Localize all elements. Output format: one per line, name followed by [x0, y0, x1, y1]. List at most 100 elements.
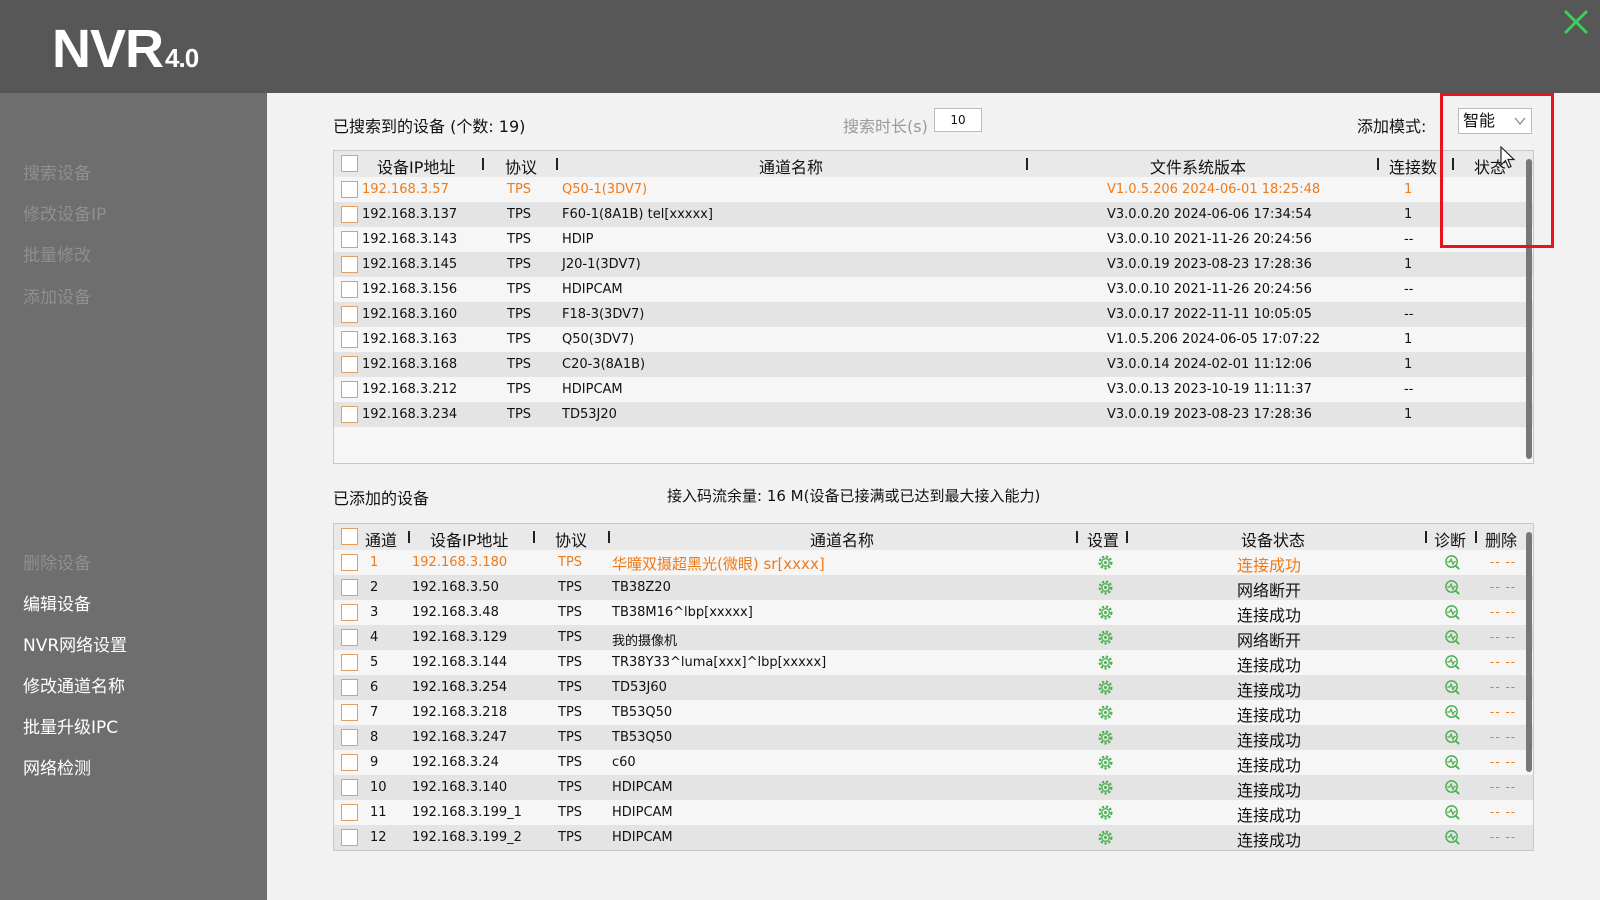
delete-button[interactable]: -- --: [1490, 805, 1516, 819]
sidebar-item-modify-device-ip[interactable]: 修改设备IP: [23, 200, 106, 225]
search-duration-input[interactable]: 10: [934, 108, 982, 132]
delete-button[interactable]: -- --: [1490, 830, 1516, 844]
settings-gear-button[interactable]: [1097, 679, 1114, 696]
settings-gear-button[interactable]: [1097, 804, 1114, 821]
settings-gear-button[interactable]: [1097, 629, 1114, 646]
table-row[interactable]: 192.168.3.57 TPS Q50-1(3DV7) V1.0.5.206 202…: [334, 177, 1533, 202]
sidebar-item-edit-device[interactable]: 编辑设备: [23, 590, 91, 615]
settings-gear-button[interactable]: [1097, 579, 1114, 596]
table-row[interactable]: 4 192.168.3.129 TPS 我的摄像机 网络断开 -- --: [334, 625, 1533, 650]
table-row[interactable]: 10 192.168.3.140 TPS HDIPCAM 连接成功 -- --: [334, 775, 1533, 800]
table-row[interactable]: 192.168.3.168 TPS C20-3(8A1B) V3.0.0.14 202…: [334, 352, 1533, 377]
col-separator[interactable]: [1377, 158, 1379, 170]
delete-button[interactable]: -- --: [1490, 630, 1516, 644]
row-checkbox[interactable]: [341, 579, 358, 596]
add-mode-select[interactable]: 智能: [1458, 108, 1532, 134]
sidebar-item-search-devices[interactable]: 搜索设备: [23, 159, 91, 184]
settings-gear-button[interactable]: [1097, 654, 1114, 671]
sidebar-item-add-device[interactable]: 添加设备: [23, 283, 91, 308]
row-checkbox[interactable]: [341, 804, 358, 821]
diagnose-button[interactable]: [1444, 579, 1461, 596]
select-all-added-checkbox[interactable]: [341, 528, 358, 545]
table-row[interactable]: 192.168.3.163 TPS Q50(3DV7) V1.0.5.206 2024…: [334, 327, 1533, 352]
table-row[interactable]: 12 192.168.3.199_2 TPS HDIPCAM 连接成功 -- --: [334, 825, 1533, 850]
table-row[interactable]: 3 192.168.3.48 TPS TB38M16^lbp[xxxxx] 连接成功 --…: [334, 600, 1533, 625]
diagnose-button[interactable]: [1444, 554, 1461, 571]
table-row[interactable]: 7 192.168.3.218 TPS TB53Q50 连接成功 -- --: [334, 700, 1533, 725]
table-row[interactable]: 11 192.168.3.199_1 TPS HDIPCAM 连接成功 -- --: [334, 800, 1533, 825]
row-checkbox[interactable]: [341, 679, 358, 696]
table-row[interactable]: 192.168.3.145 TPS J20-1(3DV7) V3.0.0.19 202…: [334, 252, 1533, 277]
row-checkbox[interactable]: [341, 554, 358, 571]
diagnose-button[interactable]: [1444, 679, 1461, 696]
diagnose-button[interactable]: [1444, 654, 1461, 671]
diagnose-button[interactable]: [1444, 704, 1461, 721]
diagnose-button[interactable]: [1444, 754, 1461, 771]
row-checkbox[interactable]: [341, 829, 358, 846]
row-checkbox[interactable]: [341, 181, 358, 198]
delete-button[interactable]: -- --: [1490, 605, 1516, 619]
table-row[interactable]: 2 192.168.3.50 TPS TB38Z20 网络断开 -- --: [334, 575, 1533, 600]
diagnose-button[interactable]: [1444, 729, 1461, 746]
sidebar-item-batch-modify[interactable]: 批量修改: [23, 241, 91, 266]
col-separator[interactable]: [608, 531, 610, 543]
col-separator[interactable]: [1452, 158, 1454, 170]
diagnose-button[interactable]: [1444, 804, 1461, 821]
col-separator[interactable]: [1026, 158, 1028, 170]
delete-button[interactable]: -- --: [1490, 780, 1516, 794]
row-checkbox[interactable]: [341, 654, 358, 671]
table-row[interactable]: 8 192.168.3.247 TPS TB53Q50 连接成功 -- --: [334, 725, 1533, 750]
row-checkbox[interactable]: [341, 406, 358, 423]
row-checkbox[interactable]: [341, 729, 358, 746]
table-row[interactable]: 5 192.168.3.144 TPS TR38Y33^luma[xxx]^lbp[x…: [334, 650, 1533, 675]
col-separator[interactable]: [533, 531, 535, 543]
row-checkbox[interactable]: [341, 231, 358, 248]
row-checkbox[interactable]: [341, 629, 358, 646]
settings-gear-button[interactable]: [1097, 829, 1114, 846]
row-checkbox[interactable]: [341, 306, 358, 323]
diagnose-button[interactable]: [1444, 629, 1461, 646]
row-checkbox[interactable]: [341, 356, 358, 373]
sidebar-item-network-check[interactable]: 网络检测: [23, 754, 91, 779]
settings-gear-button[interactable]: [1097, 554, 1114, 571]
delete-button[interactable]: -- --: [1490, 580, 1516, 594]
sidebar-item-modify-channel-name[interactable]: 修改通道名称: [23, 672, 125, 697]
settings-gear-button[interactable]: [1097, 754, 1114, 771]
table-row[interactable]: 192.168.3.143 TPS HDIP V3.0.0.10 2021-11-26…: [334, 227, 1533, 252]
settings-gear-button[interactable]: [1097, 604, 1114, 621]
diagnose-button[interactable]: [1444, 604, 1461, 621]
table-row[interactable]: 6 192.168.3.254 TPS TD53J60 连接成功 -- --: [334, 675, 1533, 700]
delete-button[interactable]: -- --: [1490, 755, 1516, 769]
row-checkbox[interactable]: [341, 704, 358, 721]
table-row[interactable]: 192.168.3.234 TPS TD53J20 V3.0.0.19 2023-08…: [334, 402, 1533, 427]
row-checkbox[interactable]: [341, 604, 358, 621]
col-separator[interactable]: [1425, 531, 1427, 543]
col-separator[interactable]: [1126, 531, 1128, 543]
col-separator[interactable]: [408, 531, 410, 543]
row-checkbox[interactable]: [341, 256, 358, 273]
settings-gear-button[interactable]: [1097, 729, 1114, 746]
added-table-scrollbar[interactable]: [1526, 532, 1532, 772]
delete-button[interactable]: -- --: [1490, 730, 1516, 744]
col-separator[interactable]: [1076, 531, 1078, 543]
searched-table-scrollbar[interactable]: [1526, 159, 1532, 459]
diagnose-button[interactable]: [1444, 779, 1461, 796]
settings-gear-button[interactable]: [1097, 779, 1114, 796]
row-checkbox[interactable]: [341, 206, 358, 223]
row-checkbox[interactable]: [341, 381, 358, 398]
row-checkbox[interactable]: [341, 779, 358, 796]
sidebar-item-nvr-network-settings[interactable]: NVR网络设置: [23, 631, 127, 656]
sidebar-item-batch-upgrade-ipc[interactable]: 批量升级IPC: [23, 713, 118, 738]
delete-button[interactable]: -- --: [1490, 555, 1516, 569]
row-checkbox[interactable]: [341, 754, 358, 771]
sidebar-item-delete-device[interactable]: 删除设备: [23, 549, 91, 574]
delete-button[interactable]: -- --: [1490, 705, 1516, 719]
col-separator[interactable]: [1475, 531, 1477, 543]
close-button[interactable]: [1560, 6, 1592, 38]
table-row[interactable]: 192.168.3.137 TPS F60-1(8A1B) tel[xxxxx] V3…: [334, 202, 1533, 227]
select-all-searched-checkbox[interactable]: [341, 155, 358, 172]
table-row[interactable]: 192.168.3.212 TPS HDIPCAM V3.0.0.13 2023-10…: [334, 377, 1533, 402]
table-row[interactable]: 192.168.3.156 TPS HDIPCAM V3.0.0.10 2021-11…: [334, 277, 1533, 302]
row-checkbox[interactable]: [341, 331, 358, 348]
table-row[interactable]: 192.168.3.160 TPS F18-3(3DV7) V3.0.0.17 202…: [334, 302, 1533, 327]
